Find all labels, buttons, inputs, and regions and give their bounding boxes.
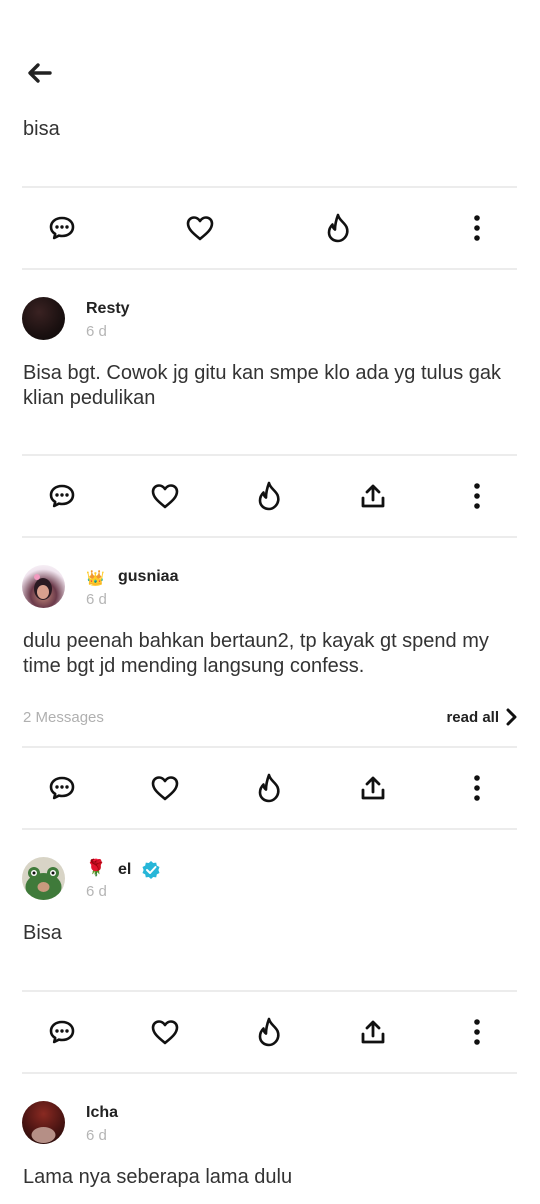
avatar[interactable]	[22, 857, 65, 900]
divider	[22, 828, 517, 830]
comment-button[interactable]	[42, 208, 82, 248]
heart-icon	[186, 216, 214, 241]
more-button[interactable]	[457, 476, 497, 516]
divider	[22, 268, 517, 270]
like-button[interactable]	[145, 476, 185, 516]
share-icon	[361, 484, 385, 508]
share-button[interactable]	[353, 768, 393, 808]
read-all-link[interactable]: read all	[446, 708, 517, 726]
back-button[interactable]	[22, 58, 56, 88]
flame-icon	[258, 481, 280, 511]
comment-button[interactable]	[42, 768, 82, 808]
chevron-right-icon	[506, 708, 517, 726]
comment-time: 6 d	[86, 1127, 107, 1144]
comment-icon	[49, 216, 75, 240]
heart-icon	[151, 776, 179, 801]
heart-icon	[151, 1020, 179, 1045]
more-vertical-icon	[474, 775, 480, 801]
comment-icon	[49, 1020, 75, 1044]
comment-author[interactable]: Resty	[86, 300, 130, 318]
more-button[interactable]	[457, 768, 497, 808]
divider	[22, 990, 517, 992]
more-vertical-icon	[474, 1019, 480, 1045]
more-vertical-icon	[474, 215, 480, 241]
messages-count: 2 Messages	[23, 708, 104, 726]
divider	[22, 186, 517, 188]
comment-author[interactable]: gusniaa	[118, 568, 178, 586]
comment-text: Bisa	[23, 922, 62, 944]
comment-button[interactable]	[42, 1012, 82, 1052]
read-all-label: read all	[446, 708, 499, 726]
like-button[interactable]	[180, 208, 220, 248]
like-button[interactable]	[145, 768, 185, 808]
rose-emoji: 🌹	[86, 860, 106, 877]
comment-text: Lama nya seberapa lama dulu	[23, 1166, 293, 1188]
divider	[22, 1072, 517, 1074]
divider	[22, 454, 517, 456]
crown-emoji: 👑	[86, 570, 105, 587]
comment-icon	[49, 484, 75, 508]
share-button[interactable]	[353, 476, 393, 516]
comment-action-bar	[22, 768, 517, 808]
share-icon	[361, 1020, 385, 1044]
verified-badge-icon	[142, 861, 160, 879]
flame-icon	[258, 1017, 280, 1047]
comment-text: dulu peenah bahkan bertaun2, tp kayak gt…	[23, 630, 489, 677]
comment-time: 6 d	[86, 323, 107, 340]
like-button[interactable]	[145, 1012, 185, 1052]
heart-icon	[151, 484, 179, 509]
fire-button[interactable]	[318, 208, 358, 248]
divider	[22, 746, 517, 748]
comment-author[interactable]: el	[118, 861, 131, 879]
divider	[22, 536, 517, 538]
comment-text: Bisa bgt. Cowok jg gitu kan smpe klo ada…	[23, 362, 502, 409]
avatar[interactable]	[22, 1101, 65, 1144]
comment-time: 6 d	[86, 883, 107, 900]
avatar[interactable]	[22, 565, 65, 608]
fire-button[interactable]	[249, 1012, 289, 1052]
back-arrow-icon	[28, 63, 52, 83]
replies-row: 2 Messages read all	[23, 708, 517, 726]
post-text: bisa	[23, 118, 60, 140]
fire-button[interactable]	[249, 768, 289, 808]
fire-button[interactable]	[249, 476, 289, 516]
more-button[interactable]	[457, 1012, 497, 1052]
comment-button[interactable]	[42, 476, 82, 516]
more-vertical-icon	[474, 483, 480, 509]
share-button[interactable]	[353, 1012, 393, 1052]
flame-icon	[258, 773, 280, 803]
flame-icon	[327, 213, 349, 243]
share-icon	[361, 776, 385, 800]
comment-author[interactable]: Icha	[86, 1104, 118, 1122]
comment-action-bar	[22, 476, 517, 516]
post-action-bar	[22, 208, 517, 248]
comment-time: 6 d	[86, 591, 107, 608]
avatar[interactable]	[22, 297, 65, 340]
comment-icon	[49, 776, 75, 800]
comment-action-bar	[22, 1012, 517, 1052]
more-button[interactable]	[457, 208, 497, 248]
